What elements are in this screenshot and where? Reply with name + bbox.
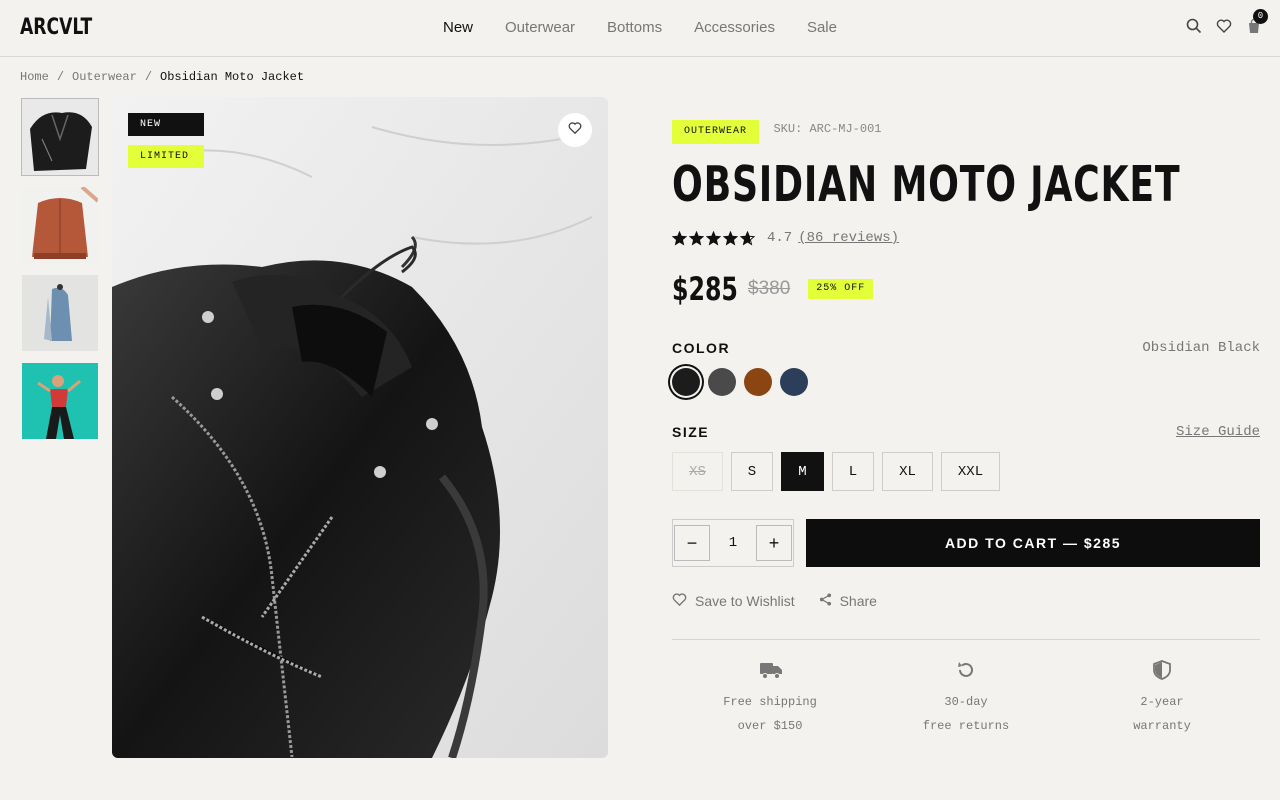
shield-icon [1151, 660, 1173, 682]
heart-icon[interactable] [1216, 18, 1232, 34]
color-swatches [672, 368, 808, 396]
star-icon [706, 230, 721, 245]
search-icon[interactable] [1186, 18, 1202, 34]
star-icon [672, 230, 687, 245]
breadcrumb-current: Obsidian Moto Jacket [160, 70, 305, 84]
heart-icon [672, 592, 687, 610]
nav-item-bottoms[interactable]: Bottoms [607, 19, 662, 36]
perk-shipping-line1: Free shipping [723, 695, 817, 709]
quantity-value[interactable]: 1 [729, 535, 737, 551]
cart-count-badge: 0 [1253, 9, 1268, 24]
thumbnail-1[interactable] [21, 98, 99, 176]
color-swatch-2[interactable] [708, 368, 736, 396]
star-icon [723, 230, 738, 245]
product-title: OBSIDIAN MOTO JACKET [672, 156, 1181, 213]
save-to-wishlist-button[interactable]: Save to Wishlist [672, 592, 795, 610]
rating-value: 4.7 [767, 230, 793, 246]
main-nav: New Outerwear Bottoms Accessories Sale [443, 19, 869, 36]
size-option-xs[interactable]: XS [672, 452, 723, 491]
quantity-increase-button[interactable]: + [756, 525, 792, 561]
breadcrumb-outerwear[interactable]: Outerwear [72, 70, 137, 84]
current-price: $285 [672, 270, 738, 308]
size-option-m[interactable]: M [781, 452, 824, 491]
nav-item-sale[interactable]: Sale [807, 19, 837, 36]
size-option-xl[interactable]: XL [882, 452, 933, 491]
quantity-stepper: − 1 + [672, 519, 794, 567]
size-option-xxl[interactable]: XXL [941, 452, 1000, 491]
perk-shipping: Free shipping over $150 [672, 660, 868, 738]
nav-item-accessories[interactable]: Accessories [694, 19, 775, 36]
size-selector: SIZE Size Guide XS S M L XL XXL [672, 424, 1260, 491]
header-actions: 0 [1186, 9, 1268, 34]
breadcrumb: Home / Outerwear / Obsidian Moto Jacket [20, 70, 305, 84]
share-icon [819, 593, 832, 609]
brand-logo[interactable]: ARCVLT [20, 15, 92, 40]
save-to-wishlist-label: Save to Wishlist [695, 593, 795, 609]
size-option-s[interactable]: S [731, 452, 773, 491]
quantity-decrease-button[interactable]: − [674, 525, 710, 561]
thumbnail-3[interactable] [22, 275, 98, 351]
secondary-actions: Save to Wishlist Share [672, 592, 877, 610]
color-selector: COLOR Obsidian Black [672, 340, 1260, 396]
leather-jacket-image [112, 97, 608, 758]
perk-shipping-line2: over $150 [737, 719, 803, 733]
color-label: COLOR [672, 340, 731, 356]
size-option-l[interactable]: L [832, 452, 874, 491]
share-button[interactable]: Share [819, 592, 877, 610]
nav-item-outerwear[interactable]: Outerwear [505, 19, 575, 36]
image-wishlist-button[interactable] [558, 113, 592, 147]
thumbnail-2[interactable] [22, 187, 98, 263]
star-icon [740, 230, 755, 245]
original-price: $380 [748, 278, 791, 299]
bag-icon[interactable]: 0 [1246, 9, 1268, 34]
heart-icon [568, 121, 582, 140]
new-tag: NEW [128, 113, 204, 136]
perk-returns-line1: 30-day [944, 695, 988, 709]
size-label: SIZE [672, 424, 710, 440]
selected-color-name: Obsidian Black [1142, 340, 1260, 356]
main-product-image: NEW LIMITED [112, 97, 608, 758]
return-icon [955, 660, 977, 682]
share-label: Share [839, 593, 877, 609]
color-swatch-1[interactable] [672, 368, 700, 396]
size-guide-link[interactable]: Size Guide [1176, 424, 1260, 440]
perk-returns: 30-day free returns [868, 660, 1064, 738]
site-header: ARCVLT New Outerwear Bottoms Accessories… [0, 0, 1280, 57]
section-divider [672, 639, 1260, 640]
truck-icon [759, 660, 782, 682]
category-badge[interactable]: OUTERWEAR [672, 120, 760, 144]
product-info: OUTERWEAR SKU: ARC-MJ-001 OBSIDIAN MOTO … [672, 120, 1260, 733]
thumbnail-list [21, 98, 99, 451]
star-icon [689, 230, 704, 245]
thumbnail-4[interactable] [22, 363, 98, 439]
perk-warranty-line1: 2-year [1140, 695, 1184, 709]
color-swatch-3[interactable] [744, 368, 772, 396]
nav-item-new[interactable]: New [443, 19, 473, 36]
breadcrumb-home[interactable]: Home [20, 70, 49, 84]
reviews-link[interactable]: (86 reviews) [798, 230, 899, 246]
color-swatch-4[interactable] [780, 368, 808, 396]
discount-badge: 25% OFF [808, 279, 874, 299]
add-to-cart-button[interactable]: ADD TO CART — $285 [806, 519, 1260, 567]
size-options: XS S M L XL XXL [672, 452, 1000, 491]
perk-returns-line2: free returns [922, 719, 1010, 733]
perk-warranty: 2-year warranty [1064, 660, 1260, 738]
product-perks: Free shipping over $150 30-day free retu… [672, 660, 1260, 738]
perk-warranty-line2: warranty [1133, 719, 1191, 733]
price-row: $285 $380 25% OFF [672, 270, 874, 308]
rating-stars [672, 230, 755, 246]
limited-tag: LIMITED [128, 145, 204, 168]
product-sku: SKU: ARC-MJ-001 [773, 121, 882, 136]
product-rating: 4.7 (86 reviews) [672, 230, 899, 246]
